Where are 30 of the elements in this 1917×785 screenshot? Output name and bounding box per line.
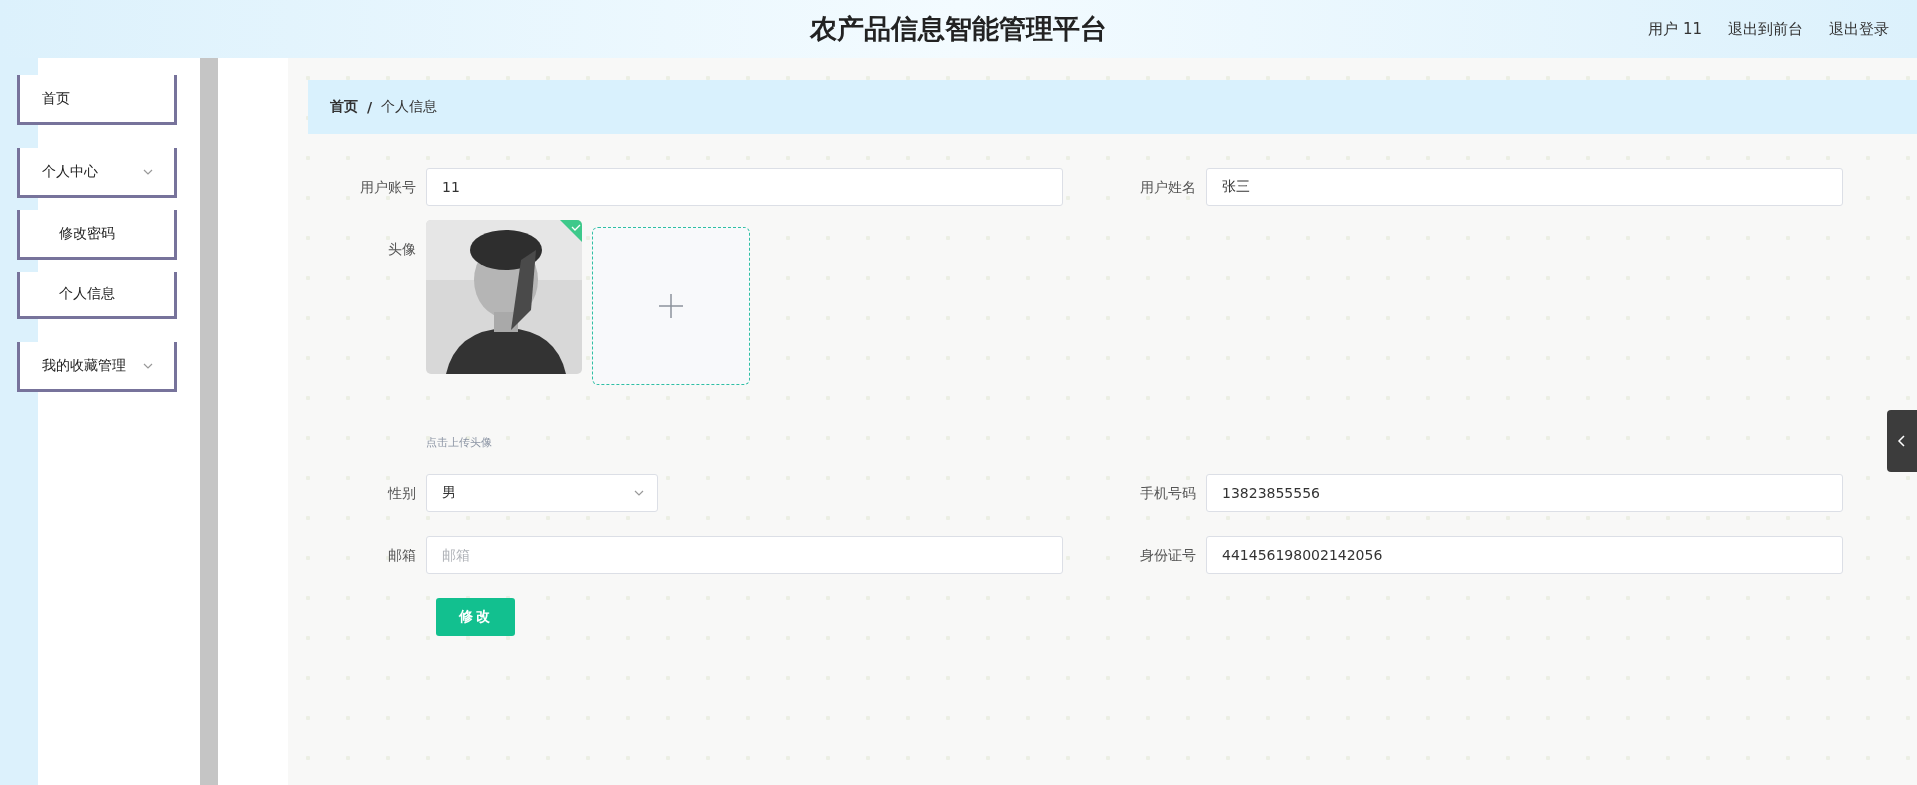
upload-hint: 点击上传头像 xyxy=(426,435,493,450)
breadcrumb-separator: / xyxy=(367,99,373,115)
field-label: 用户账号 xyxy=(359,178,417,197)
field-label: 用户姓名 xyxy=(1139,178,1197,197)
breadcrumb-item: 个人信息 xyxy=(381,98,438,116)
app-title: 农产品信息智能管理平台 xyxy=(810,12,1107,46)
sidebar-item[interactable]: 首页 xyxy=(17,75,177,125)
field-label: 手机号码 xyxy=(1139,484,1197,503)
text-field[interactable]: 441456198002142056 xyxy=(1206,536,1843,574)
field-label: 身份证号 xyxy=(1139,546,1197,565)
text-field[interactable]: 张三 xyxy=(1206,168,1843,206)
text-field[interactable]: 13823855556 xyxy=(1206,474,1843,512)
plus-icon xyxy=(658,293,684,319)
header-link[interactable]: 用户 11 xyxy=(1648,19,1702,39)
sidebar-item[interactable]: 个人中心 xyxy=(17,148,177,198)
text-field[interactable]: 邮箱 xyxy=(426,536,1063,574)
field-label: 邮箱 xyxy=(387,546,417,565)
header-link[interactable]: 退出登录 xyxy=(1829,19,1889,39)
breadcrumb-item[interactable]: 首页 xyxy=(330,98,358,116)
upload-button[interactable] xyxy=(592,227,750,385)
field-label: 头像 xyxy=(387,240,417,259)
collapse-tab[interactable] xyxy=(1887,410,1917,472)
header-link[interactable]: 退出到前台 xyxy=(1728,19,1803,39)
sidebar-subitem[interactable]: 个人信息 xyxy=(17,272,177,319)
select-field[interactable]: 男 xyxy=(426,474,658,512)
field-label: 性别 xyxy=(386,484,417,503)
sidebar-item[interactable]: 我的收藏管理 xyxy=(17,342,177,392)
chevron-left-icon xyxy=(1897,434,1907,448)
text-field[interactable]: 11 xyxy=(426,168,1063,206)
sidebar-subitem[interactable]: 修改密码 xyxy=(17,210,177,260)
